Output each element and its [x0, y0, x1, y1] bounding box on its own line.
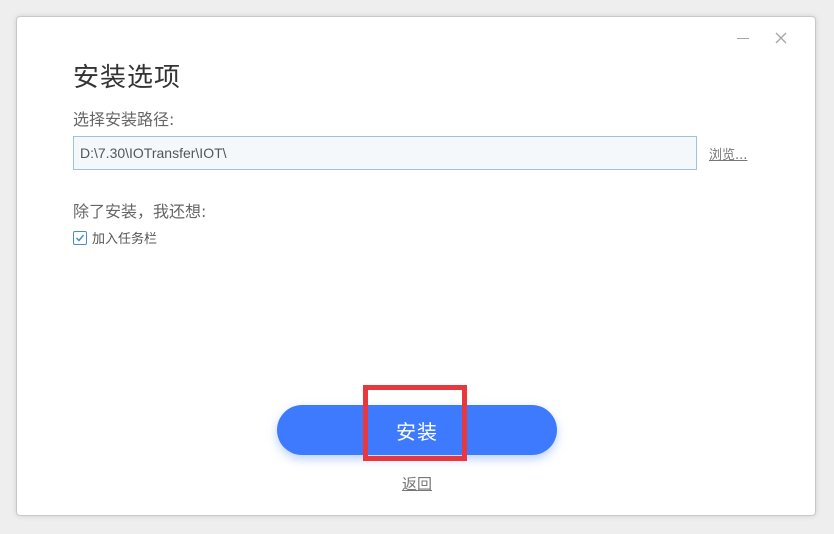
browse-link[interactable]: 浏览...	[709, 144, 747, 163]
taskbar-checkbox-label: 加入任务栏	[92, 232, 158, 247]
taskbar-checkbox-row[interactable]: 加入任务栏	[73, 228, 157, 247]
close-button[interactable]	[769, 27, 793, 49]
install-button[interactable]: 安装	[277, 405, 557, 455]
check-icon	[75, 234, 85, 242]
back-link[interactable]: 返回	[402, 475, 432, 493]
back-link-row: 返回	[17, 473, 817, 494]
close-icon	[775, 32, 787, 44]
install-path-input[interactable]	[73, 136, 697, 170]
extra-options-label: 除了安装，我还想:	[73, 202, 207, 221]
page-title: 安装选项	[73, 63, 182, 93]
install-path-label: 选择安装路径:	[73, 110, 175, 129]
installer-window: 安装选项 选择安装路径: 浏览... 除了安装，我还想: 加入任务栏 安装 返回	[16, 16, 816, 516]
minimize-button[interactable]	[731, 27, 755, 49]
taskbar-checkbox[interactable]	[73, 230, 87, 245]
minimize-icon	[737, 37, 749, 39]
